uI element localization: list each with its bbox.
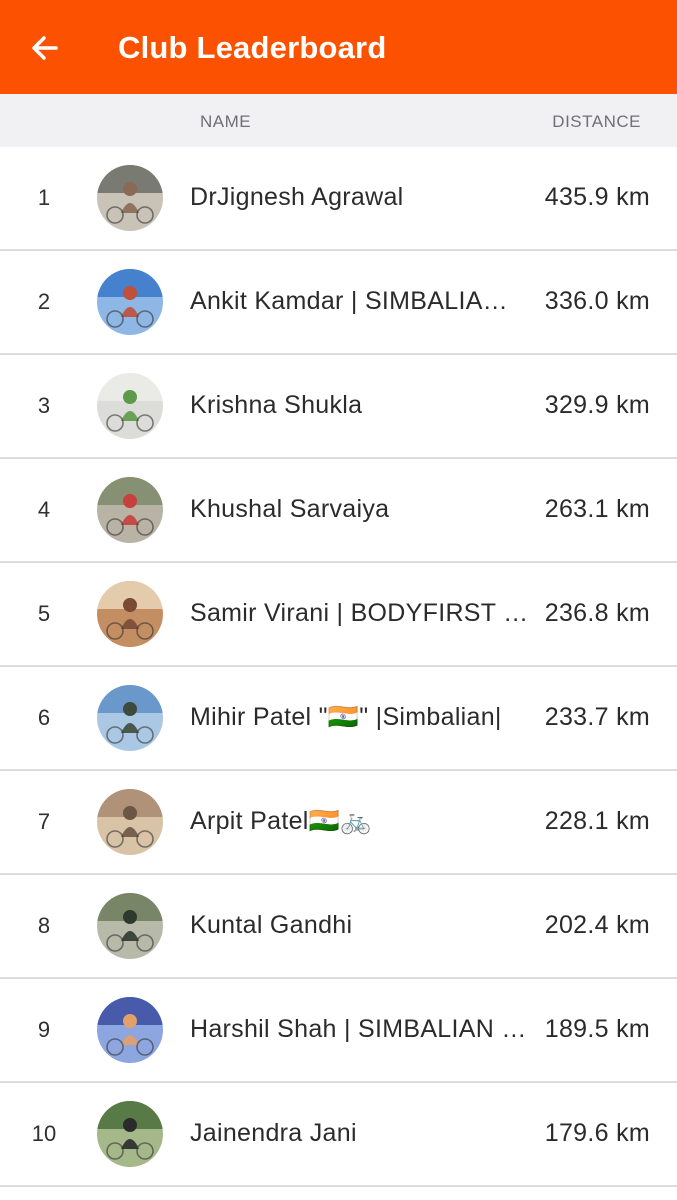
distance-column-header: DISTANCE: [552, 112, 641, 131]
leaderboard-list: 1 DrJignesh Agrawal 435.9 km 2 Ankit Kam…: [0, 147, 677, 1187]
distance-value: 233.7 km: [542, 703, 650, 732]
rank-number: 2: [37, 289, 51, 314]
athlete-name[interactable]: Krishna Shukla: [190, 391, 530, 420]
distance-value: 228.1 km: [542, 807, 650, 836]
avatar[interactable]: [97, 685, 163, 751]
distance-value: 435.9 km: [542, 183, 650, 212]
distance-value: 189.5 km: [542, 1015, 650, 1044]
athlete-name[interactable]: Harshil Shah | SIMBALIAN …: [190, 1015, 530, 1044]
distance-value: 329.9 km: [542, 391, 650, 420]
leaderboard-row[interactable]: 9 Harshil Shah | SIMBALIAN … 189.5 km: [0, 979, 677, 1083]
rank-number: 9: [37, 1017, 51, 1042]
arrow-left-icon: [32, 36, 58, 60]
rank-number: 4: [37, 497, 51, 522]
rank-number: 8: [37, 913, 51, 938]
rank-number: 10: [31, 1121, 57, 1146]
name-column-header: NAME: [200, 112, 252, 131]
leaderboard-row[interactable]: 7 Arpit Patel🇮🇳🚲 228.1 km: [0, 771, 677, 875]
avatar[interactable]: [97, 269, 163, 335]
athlete-name[interactable]: Kuntal Gandhi: [190, 911, 530, 940]
back-button[interactable]: [24, 28, 68, 68]
leaderboard-row[interactable]: 8 Kuntal Gandhi 202.4 km: [0, 875, 677, 979]
rank-number: 1: [37, 185, 51, 210]
athlete-name[interactable]: Jainendra Jani: [190, 1119, 530, 1148]
distance-value: 336.0 km: [542, 287, 650, 316]
leaderboard-row[interactable]: 3 Krishna Shukla 329.9 km: [0, 355, 677, 459]
app-header: Club Leaderboard: [0, 0, 677, 94]
distance-value: 179.6 km: [542, 1119, 650, 1148]
avatar[interactable]: [97, 165, 163, 231]
distance-value: 236.8 km: [542, 599, 650, 628]
athlete-name[interactable]: DrJignesh Agrawal: [190, 183, 530, 212]
athlete-name[interactable]: Mihir Patel "🇮🇳" |Simbalian|: [190, 703, 530, 732]
distance-value: 263.1 km: [542, 495, 650, 524]
distance-value: 202.4 km: [542, 911, 650, 940]
avatar[interactable]: [97, 997, 163, 1063]
leaderboard-row[interactable]: 10 Jainendra Jani 179.6 km: [0, 1083, 677, 1187]
avatar[interactable]: [97, 477, 163, 543]
athlete-name[interactable]: Ankit Kamdar | SIMBALIA…: [190, 287, 530, 316]
page-title: Club Leaderboard: [118, 30, 387, 65]
athlete-name[interactable]: Samir Virani | BODYFIRST …: [190, 599, 530, 628]
leaderboard-row[interactable]: 1 DrJignesh Agrawal 435.9 km: [0, 147, 677, 251]
rank-number: 6: [37, 705, 51, 730]
rank-number: 3: [37, 393, 51, 418]
rank-number: 7: [37, 809, 51, 834]
avatar[interactable]: [97, 581, 163, 647]
leaderboard-row[interactable]: 2 Ankit Kamdar | SIMBALIA… 336.0 km: [0, 251, 677, 355]
avatar[interactable]: [97, 893, 163, 959]
leaderboard-row[interactable]: 6 Mihir Patel "🇮🇳" |Simbalian| 233.7 km: [0, 667, 677, 771]
rank-number: 5: [37, 601, 51, 626]
leaderboard-row[interactable]: 5 Samir Virani | BODYFIRST … 236.8 km: [0, 563, 677, 667]
athlete-name[interactable]: Arpit Patel🇮🇳🚲: [190, 807, 530, 836]
avatar[interactable]: [97, 789, 163, 855]
avatar[interactable]: [97, 373, 163, 439]
column-header: NAME DISTANCE: [0, 94, 677, 147]
leaderboard-row[interactable]: 4 Khushal Sarvaiya 263.1 km: [0, 459, 677, 563]
avatar[interactable]: [97, 1101, 163, 1167]
athlete-name[interactable]: Khushal Sarvaiya: [190, 495, 530, 524]
